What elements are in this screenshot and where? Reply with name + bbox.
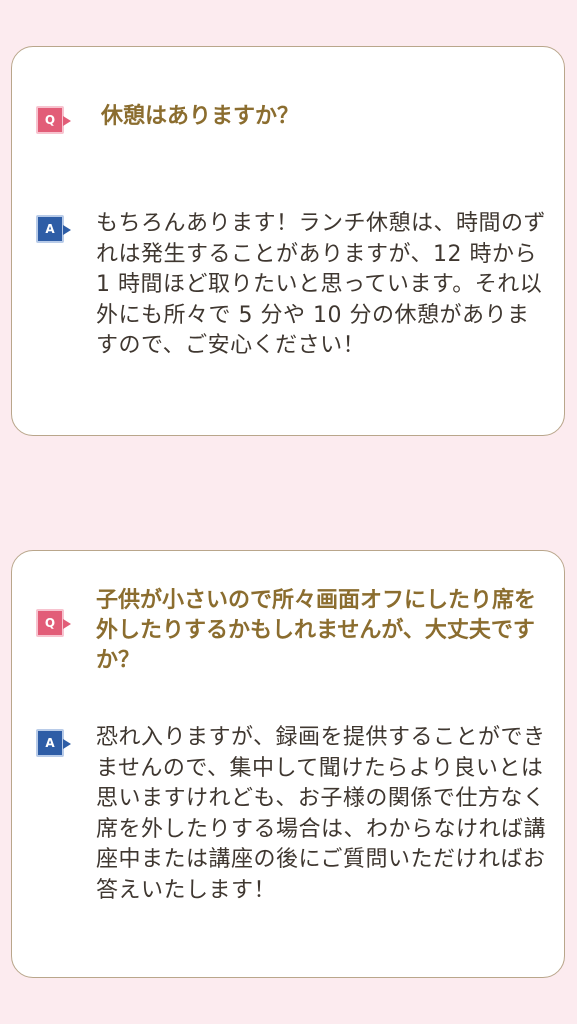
question-badge-label: Q: [44, 113, 56, 127]
badge-pointer: [63, 116, 71, 126]
question-text: 子供が小さいので所々画面オフにしたり席を外したりするかもしれませんが、大丈夫です…: [96, 588, 537, 673]
faq-card: Q 休憩はありますか？ A もちろんあります！ランチ休憩は、時間のずれは発生する…: [11, 46, 565, 436]
answer-badge: A: [36, 729, 71, 757]
answer-badge-label: A: [45, 222, 55, 236]
answer-badge: A: [36, 215, 71, 243]
answer-badge-label: A: [45, 736, 55, 750]
badge-pointer: [63, 619, 71, 629]
question-badge: Q: [36, 106, 71, 134]
answer-text: 恐れ入りますが、録画を提供することができませんので、集中して聞けたらより良いとは…: [96, 725, 547, 903]
badge-pointer: [63, 739, 71, 749]
question-badge: Q: [36, 609, 71, 637]
question-badge-label: Q: [44, 616, 56, 630]
badge-pointer: [63, 225, 71, 235]
question-text: 休憩はありますか？: [101, 104, 300, 129]
faq-card: Q 子供が小さいので所々画面オフにしたり席を外したりするかもしれませんが、大丈夫…: [11, 550, 565, 978]
answer-text: もちろんあります！ランチ休憩は、時間のずれは発生することがありますが、12 時か…: [96, 211, 547, 358]
